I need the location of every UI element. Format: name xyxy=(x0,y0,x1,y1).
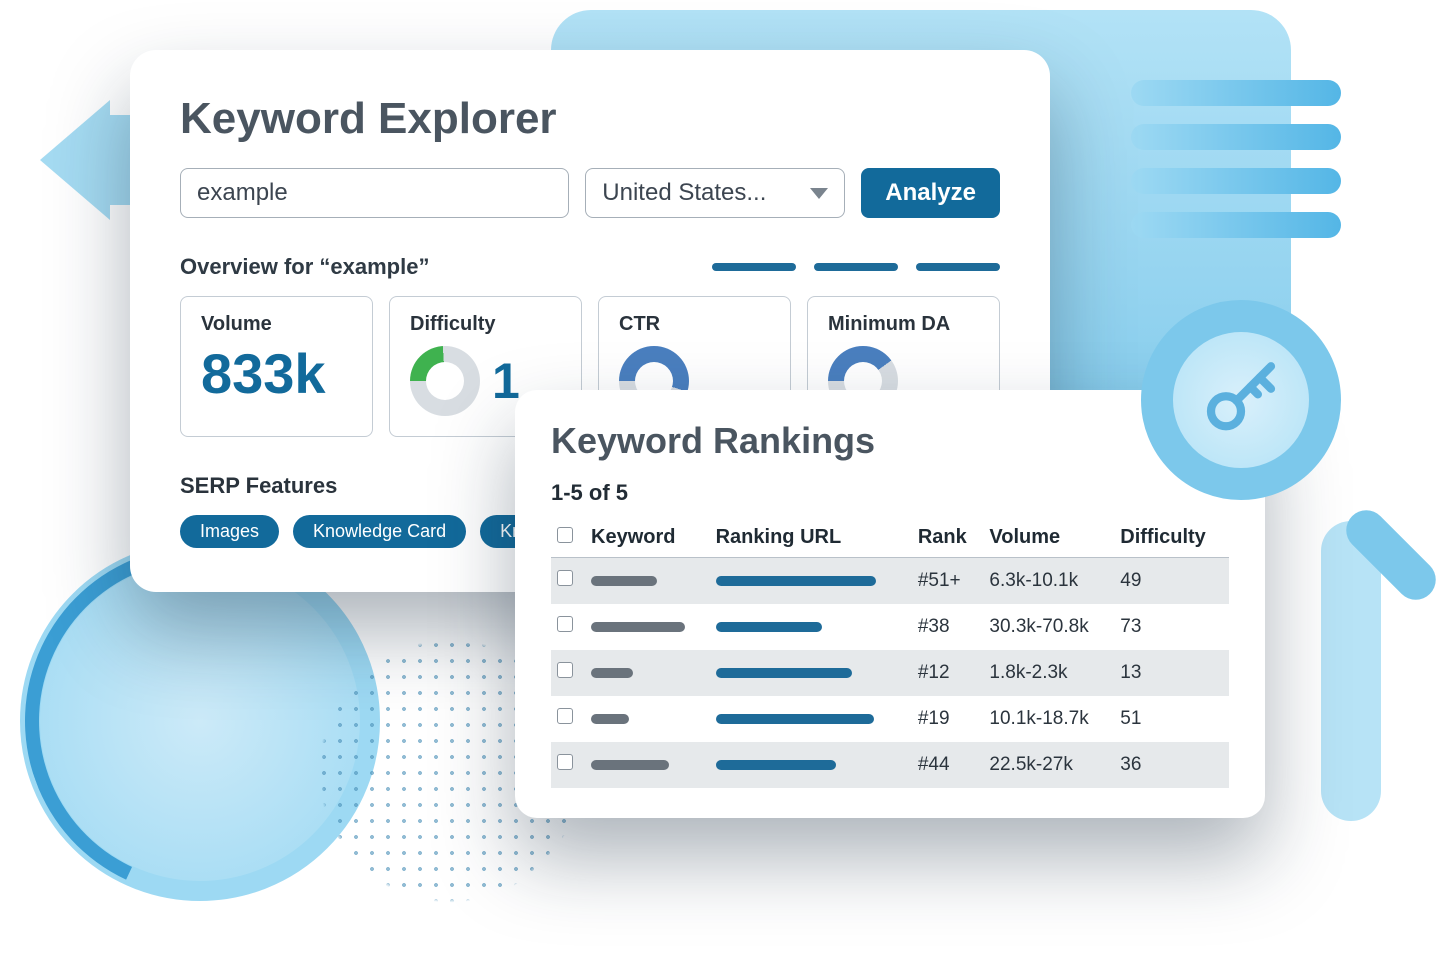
cell-volume: 30.3k-70.8k xyxy=(983,604,1114,650)
cell-difficulty: 36 xyxy=(1114,742,1229,788)
table-row: #1910.1k-18.7k51 xyxy=(551,696,1229,742)
chevron-down-icon xyxy=(810,188,828,199)
difficulty-donut-icon xyxy=(410,346,480,416)
decor-arrow-left xyxy=(40,100,110,220)
decor-magnifier xyxy=(1141,300,1401,560)
cell-rank: #44 xyxy=(912,742,984,788)
col-rank: Rank xyxy=(912,518,984,558)
row-checkbox[interactable] xyxy=(557,616,573,632)
metric-volume-label: Volume xyxy=(201,313,352,336)
cell-rank: #38 xyxy=(912,604,984,650)
table-row: #51+6.3k-10.1k49 xyxy=(551,558,1229,605)
search-row: United States... Analyze xyxy=(180,168,1000,218)
metric-difficulty-label: Difficulty xyxy=(410,313,561,336)
cell-volume: 1.8k-2.3k xyxy=(983,650,1114,696)
country-select[interactable]: United States... xyxy=(585,168,845,218)
select-all-checkbox[interactable] xyxy=(557,527,573,543)
overview-tab-indicators xyxy=(712,263,1000,271)
row-checkbox[interactable] xyxy=(557,708,573,724)
keyword-placeholder-bar xyxy=(591,668,633,678)
cell-difficulty: 13 xyxy=(1114,650,1229,696)
rankings-table: Keyword Ranking URL Rank Volume Difficul… xyxy=(551,518,1229,788)
decor-bar-right xyxy=(1321,521,1381,821)
row-checkbox[interactable] xyxy=(557,570,573,586)
url-placeholder-bar xyxy=(716,668,852,678)
country-select-value: United States... xyxy=(602,179,766,207)
decor-lines xyxy=(1131,80,1341,256)
metric-volume-value: 833k xyxy=(201,346,352,402)
metric-min-da-label: Minimum DA xyxy=(828,313,979,336)
cell-volume: 22.5k-27k xyxy=(983,742,1114,788)
col-url: Ranking URL xyxy=(710,518,912,558)
cell-difficulty: 51 xyxy=(1114,696,1229,742)
keyword-placeholder-bar xyxy=(591,576,657,586)
cell-difficulty: 49 xyxy=(1114,558,1229,605)
serp-chip[interactable]: Knowledge Card xyxy=(293,515,466,548)
url-placeholder-bar xyxy=(716,622,822,632)
keyword-placeholder-bar xyxy=(591,760,669,770)
serp-chip[interactable]: Images xyxy=(180,515,279,548)
table-row: #121.8k-2.3k13 xyxy=(551,650,1229,696)
rankings-title: Keyword Rankings xyxy=(551,420,1229,462)
cell-difficulty: 73 xyxy=(1114,604,1229,650)
analyze-button[interactable]: Analyze xyxy=(861,168,1000,218)
cell-rank: #51+ xyxy=(912,558,984,605)
row-checkbox[interactable] xyxy=(557,662,573,678)
row-checkbox[interactable] xyxy=(557,754,573,770)
url-placeholder-bar xyxy=(716,714,874,724)
table-row: #4422.5k-27k36 xyxy=(551,742,1229,788)
metric-volume: Volume 833k xyxy=(180,296,373,437)
metric-ctr-label: CTR xyxy=(619,313,770,336)
key-icon xyxy=(1196,355,1286,445)
url-placeholder-bar xyxy=(716,760,836,770)
metric-difficulty-value: 1 xyxy=(492,352,520,410)
keyword-placeholder-bar xyxy=(591,622,685,632)
url-placeholder-bar xyxy=(716,576,876,586)
keyword-input[interactable] xyxy=(180,168,569,218)
page-title: Keyword Explorer xyxy=(180,94,1000,144)
col-volume: Volume xyxy=(983,518,1114,558)
keyword-placeholder-bar xyxy=(591,714,629,724)
cell-rank: #19 xyxy=(912,696,984,742)
cell-rank: #12 xyxy=(912,650,984,696)
col-keyword: Keyword xyxy=(585,518,710,558)
overview-label: Overview for “example” xyxy=(180,254,429,280)
rankings-count: 1-5 of 5 xyxy=(551,480,1229,506)
cell-volume: 6.3k-10.1k xyxy=(983,558,1114,605)
cell-volume: 10.1k-18.7k xyxy=(983,696,1114,742)
table-row: #3830.3k-70.8k73 xyxy=(551,604,1229,650)
